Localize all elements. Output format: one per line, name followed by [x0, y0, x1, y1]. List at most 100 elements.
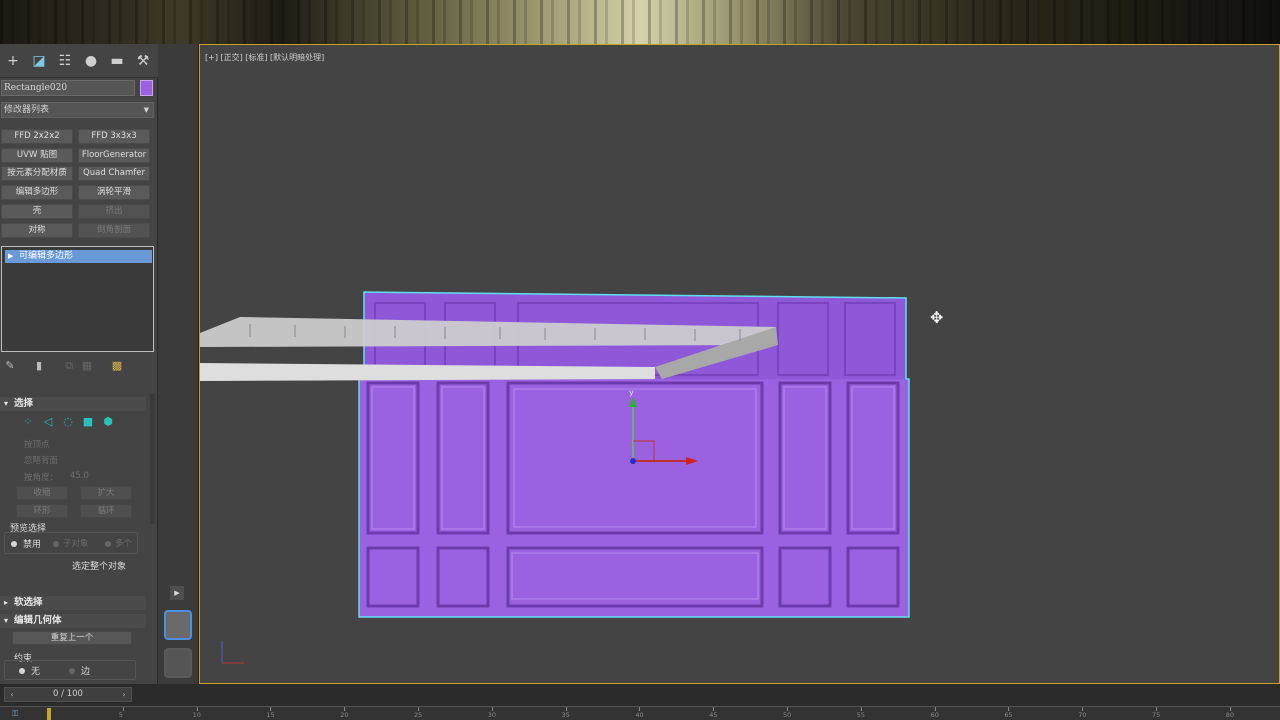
modifier-button-ffd-3x3x3[interactable]: FFD 3x3x3	[78, 129, 150, 144]
modifier-button-turbosmooth[interactable]: 涡轮平滑	[78, 185, 150, 200]
make-unique-icon[interactable]: ⧉	[62, 358, 76, 374]
preview-multi-radio[interactable]	[105, 541, 111, 547]
ruler-tick-label: 20	[340, 711, 349, 719]
time-slider[interactable]: ‹ 0 / 100 ›	[4, 687, 132, 702]
ignore-backfacing-option[interactable]: 忽略背面	[24, 454, 58, 466]
by-angle-option[interactable]: 按角度：	[24, 471, 58, 483]
command-panel: + ◪ ☷ ● ▬ ⚒ Rectangle020 修改器列表 ▼ FFD 2x2…	[0, 44, 158, 684]
shrink-button[interactable]: 收缩	[16, 486, 68, 500]
scene-canvas[interactable]: y	[200, 45, 1279, 683]
viewport-layout-tab-active[interactable]	[164, 610, 192, 640]
modifier-list-dropdown[interactable]: 修改器列表 ▼	[1, 102, 154, 118]
viewport-layout-strip: ▶	[158, 44, 198, 684]
grow-button[interactable]: 扩大	[80, 486, 132, 500]
edge-icon[interactable]: ◁	[42, 416, 54, 428]
panel-scrollbar[interactable]	[150, 394, 155, 524]
object-color-swatch[interactable]	[140, 80, 153, 96]
modifier-stack: ▶ 可编辑多边形	[1, 246, 154, 352]
chevron-right-icon[interactable]: ›	[119, 688, 129, 701]
expand-triangle-icon[interactable]: ▶	[8, 250, 13, 263]
collapse-icon: ▾	[4, 616, 9, 625]
ruler-tick-label: 60	[930, 711, 939, 719]
ruler-tick-label: 15	[266, 711, 275, 719]
ruler-tick-label: 30	[487, 711, 497, 719]
modifier-button-edit-poly[interactable]: 编辑多边形	[1, 185, 73, 200]
stack-item-editable-poly[interactable]: ▶ 可编辑多边形	[5, 250, 152, 263]
element-icon[interactable]: ⬢	[102, 416, 114, 428]
chevron-down-icon: ▼	[143, 106, 149, 114]
ruler-tick-label: 75	[1152, 711, 1161, 719]
front-viewport[interactable]: [+] [正交] [标准] [默认明暗处理] y ✥	[199, 44, 1280, 684]
command-panel-tabs: + ◪ ☷ ● ▬ ⚒	[0, 44, 158, 78]
ruler-tick-label: 55	[856, 711, 866, 719]
ruler-tick-label: 70	[1078, 711, 1087, 719]
configure-sets-icon[interactable]: ▩	[110, 358, 124, 374]
constraint-edge-radio[interactable]	[69, 668, 75, 674]
frame-counter: 0 / 100	[53, 689, 83, 699]
modifier-button-symmetry[interactable]: 对称	[1, 223, 73, 238]
timeline-ruler[interactable]: ⚿ 5101520253035404550556065707580859095	[0, 706, 1280, 720]
viewport-layout-tab[interactable]	[164, 648, 192, 678]
move-cursor-icon: ✥	[930, 308, 944, 327]
by-vertex-option[interactable]: 按顶点	[24, 438, 50, 450]
modifier-button-ffd-2x2x2[interactable]: FFD 2x2x2	[1, 129, 73, 144]
hierarchy-icon[interactable]: ☷	[56, 52, 74, 70]
axis-tripod	[221, 641, 244, 664]
stack-item-label: 可编辑多边形	[19, 251, 74, 261]
constraint-none-label: 无	[31, 667, 41, 677]
ruler-tick-label: 80	[1225, 711, 1235, 719]
preview-selection-group: 禁用 子对象 多个	[4, 532, 138, 554]
border-icon[interactable]: ◌	[62, 416, 74, 428]
modifier-button-uvw-map[interactable]: UVW 贴图	[1, 148, 73, 163]
soft-selection-rollout-header[interactable]: ▸ 软选择	[0, 596, 146, 610]
ruler-tick-label: 35	[561, 711, 570, 719]
remove-modifier-icon[interactable]: ▦	[80, 358, 94, 374]
modifier-button-shell[interactable]: 壳	[1, 204, 73, 219]
modifier-button-material-by-element[interactable]: 按元素分配材质	[1, 166, 73, 181]
repeat-last-button[interactable]: 重复上一个	[12, 631, 132, 645]
ruler-tick-label: 40	[635, 711, 644, 719]
angle-value-field[interactable]: 45.0	[70, 471, 89, 481]
pin-stack-icon[interactable]: ✎	[3, 358, 17, 374]
loop-button[interactable]: 循环	[80, 504, 132, 518]
preview-multi-label: 多个	[115, 539, 133, 549]
object-name-field[interactable]: Rectangle020	[1, 80, 135, 96]
display-icon[interactable]: ▬	[108, 52, 126, 70]
modify-icon[interactable]: ◪	[30, 52, 48, 70]
timeline: ‹ 0 / 100 › ⚿ 5 10 15 20 25 30 35 40 45 50 55 60 65 7…	[0, 684, 1280, 720]
motion-icon[interactable]: ●	[82, 52, 100, 70]
plus-icon[interactable]: +	[4, 52, 22, 70]
ruler-tick-label: 25	[414, 711, 423, 719]
svg-text:y: y	[629, 388, 634, 397]
ring-button[interactable]: 环形	[16, 504, 68, 518]
play-icon[interactable]: ▶	[170, 586, 184, 600]
ruler-tick-label: 45	[709, 711, 718, 719]
polygon-icon[interactable]: ■	[82, 416, 94, 428]
constraints-group: 无 边	[4, 660, 136, 680]
modifier-button-floor-generator[interactable]: FloorGenerator	[78, 148, 150, 163]
key-filter-icon[interactable]: ⚿	[12, 709, 18, 719]
collapse-icon: ▾	[4, 399, 9, 408]
time-cursor[interactable]	[47, 708, 51, 720]
show-end-result-icon[interactable]: ▮	[32, 358, 46, 374]
preview-off-label: 禁用	[23, 540, 42, 550]
preview-subobject-radio[interactable]	[53, 541, 59, 547]
select-whole-object-checkbox[interactable]: 选定整个对象	[72, 559, 126, 572]
edit-geometry-rollout-header[interactable]: ▾ 编辑几何体	[0, 614, 146, 628]
modifier-button-bevel-profile[interactable]: 倒角剖面	[78, 223, 150, 238]
vertex-icon[interactable]: ⁘	[22, 416, 34, 428]
selection-rollout-header[interactable]: ▾ 选择	[0, 397, 146, 411]
background-photo-strip	[0, 0, 1280, 44]
ruler-tick-label: 65	[1004, 711, 1013, 719]
wrench-icon[interactable]: ⚒	[134, 52, 152, 70]
preview-off-radio[interactable]	[11, 541, 17, 547]
ruler-tick-label: 5	[118, 711, 123, 719]
stack-toolbar: ✎ ▮ ⧉ ▦ ▩	[0, 358, 158, 376]
app-window: + ◪ ☷ ● ▬ ⚒ Rectangle020 修改器列表 ▼ FFD 2x2…	[0, 0, 1280, 720]
modifier-button-quad-chamfer[interactable]: Quad Chamfer	[78, 166, 150, 181]
constraint-none-radio[interactable]	[19, 668, 25, 674]
ruler-tick-label: 10	[192, 711, 201, 719]
ruler-tick	[122, 707, 124, 711]
preview-subobject-label: 子对象	[63, 539, 89, 549]
modifier-button-extrude[interactable]: 挤出	[78, 204, 150, 219]
